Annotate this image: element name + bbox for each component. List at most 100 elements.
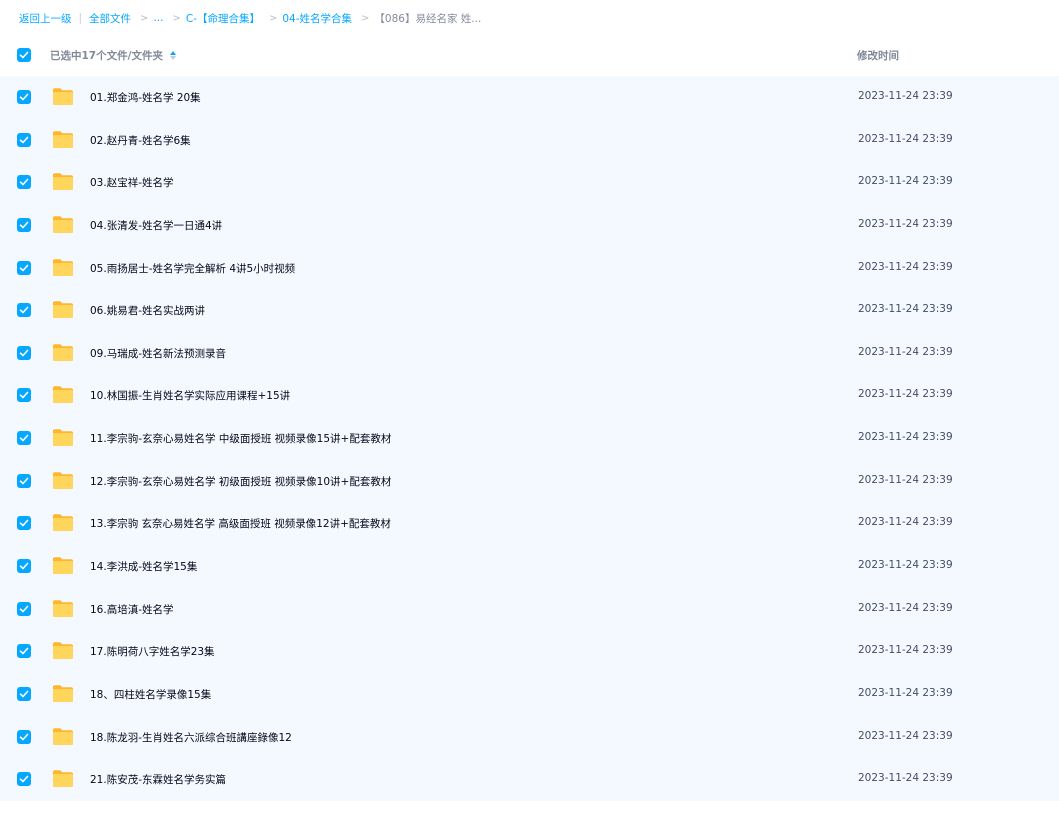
checkmark-icon	[19, 477, 29, 485]
file-row[interactable]: 14.李洪成-姓名学15集 2023-11-24 23:39	[0, 545, 1059, 588]
file-name[interactable]: 18.陈龙羽-生肖姓名六派综合班講座錄像12	[90, 730, 292, 745]
folder-icon	[53, 599, 73, 617]
file-row[interactable]: 04.张清发-姓名学一日通4讲 2023-11-24 23:39	[0, 204, 1059, 247]
row-checkbox[interactable]	[17, 175, 31, 190]
row-checkbox[interactable]	[17, 431, 31, 446]
file-modified-time: 2023-11-24 23:39	[858, 559, 953, 572]
select-all-checkbox[interactable]	[17, 48, 31, 62]
file-modified-time: 2023-11-24 23:39	[858, 601, 953, 614]
file-modified-time: 2023-11-24 23:39	[858, 431, 953, 444]
folder-icon	[53, 130, 73, 148]
row-checkbox[interactable]	[17, 516, 31, 531]
row-checkbox[interactable]	[17, 601, 31, 616]
checkmark-icon	[19, 775, 29, 783]
file-modified-time: 2023-11-24 23:39	[858, 217, 953, 230]
file-name[interactable]: 09.马瑞成-姓名新法预测录音	[90, 346, 226, 361]
folder-icon	[53, 514, 73, 532]
file-row[interactable]: 03.赵宝祥-姓名学 2023-11-24 23:39	[0, 161, 1059, 204]
file-name[interactable]: 14.李洪成-姓名学15集	[90, 559, 197, 574]
modified-time-header[interactable]: 修改时间	[857, 48, 899, 63]
file-row[interactable]: 06.姚易君-姓名实战两讲 2023-11-24 23:39	[0, 289, 1059, 332]
folder-icon	[53, 685, 73, 702]
row-checkbox[interactable]	[17, 772, 31, 787]
file-name[interactable]: 17.陈明荷八字姓名学23集	[90, 644, 215, 659]
row-checkbox[interactable]	[17, 260, 31, 275]
file-name[interactable]: 03.赵宝祥-姓名学	[90, 175, 174, 190]
file-name[interactable]: 12.李宗驹-玄奈心易姓名学 初级面授班 视频录像10讲+配套教材	[90, 474, 391, 489]
file-row[interactable]: 18、四柱姓名学录像15集 2023-11-24 23:39	[0, 673, 1059, 716]
folder-icon	[53, 557, 73, 575]
file-row[interactable]: 13.李宗驹 玄奈心易姓名学 高级面授班 视频录像12讲+配套教材 2023-1…	[0, 502, 1059, 545]
breadcrumb-divider: |	[78, 12, 83, 24]
file-name[interactable]: 05.雨扬居士-姓名学完全解析 4讲5小时视频	[90, 261, 295, 276]
file-row[interactable]: 21.陈安茂-东霖姓名学务实篇 2023-11-24 23:39	[0, 758, 1059, 801]
back-link[interactable]: 返回上一级	[19, 11, 72, 26]
file-modified-time: 2023-11-24 23:39	[858, 90, 953, 102]
checkmark-icon	[19, 136, 29, 143]
file-row[interactable]: 09.马瑞成-姓名新法预测录音 2023-11-24 23:39	[0, 332, 1059, 375]
checkmark-icon	[19, 520, 29, 527]
file-name[interactable]: 01.郑金鸿-姓名学 20集	[90, 90, 201, 105]
checkmark-icon	[19, 349, 29, 357]
row-checkbox[interactable]	[17, 729, 31, 744]
breadcrumb-level2[interactable]: 04-姓名学合集	[282, 11, 352, 26]
file-modified-time: 2023-11-24 23:39	[858, 175, 953, 188]
file-name[interactable]: 02.赵丹青-姓名学6集	[90, 133, 191, 148]
row-checkbox[interactable]	[17, 388, 31, 403]
folder-icon	[53, 216, 73, 233]
row-checkbox[interactable]	[17, 644, 31, 659]
file-name[interactable]: 18、四柱姓名学录像15集	[90, 687, 211, 702]
file-modified-time: 2023-11-24 23:39	[858, 516, 953, 529]
sort-icon[interactable]	[169, 51, 176, 60]
file-row[interactable]: 16.高培滇-姓名学 2023-11-24 23:39	[0, 588, 1059, 631]
row-checkbox[interactable]	[17, 132, 31, 147]
folder-icon	[53, 642, 73, 660]
row-checkbox[interactable]	[17, 559, 31, 574]
file-name[interactable]: 13.李宗驹 玄奈心易姓名学 高级面授班 视频录像12讲+配套教材	[90, 516, 391, 531]
chevron-right-icon: >	[140, 12, 149, 24]
file-row[interactable]: 11.李宗驹-玄奈心易姓名学 中级面授班 视频录像15讲+配套教材 2023-1…	[0, 417, 1059, 460]
file-name[interactable]: 16.高培滇-姓名学	[90, 602, 174, 617]
folder-icon	[53, 386, 73, 404]
row-checkbox[interactable]	[17, 686, 31, 701]
checkmark-icon	[19, 178, 29, 186]
checkmark-icon	[19, 93, 29, 101]
file-row[interactable]: 12.李宗驹-玄奈心易姓名学 初级面授班 视频录像10讲+配套教材 2023-1…	[0, 460, 1059, 503]
file-name[interactable]: 11.李宗驹-玄奈心易姓名学 中级面授班 视频录像15讲+配套教材	[90, 431, 391, 446]
chevron-right-icon: >	[268, 12, 278, 24]
row-checkbox[interactable]	[17, 303, 31, 318]
file-modified-time: 2023-11-24 23:39	[858, 686, 953, 699]
checkmark-icon	[19, 605, 29, 612]
checkmark-icon	[19, 690, 29, 698]
row-checkbox[interactable]	[17, 473, 31, 488]
file-row[interactable]: 01.郑金鸿-姓名学 20集 2023-11-24 23:39	[0, 76, 1059, 119]
row-checkbox[interactable]	[17, 90, 31, 104]
breadcrumb: 返回上一级 | 全部文件 > ... > C-【命理合集】 > 04-姓名学合集…	[19, 10, 481, 26]
file-list: 01.郑金鸿-姓名学 20集 2023-11-24 23:39 02.赵丹青-姓…	[0, 76, 1059, 801]
file-row[interactable]: 05.雨扬居士-姓名学完全解析 4讲5小时视频 2023-11-24 23:39	[0, 247, 1059, 290]
checkmark-icon	[19, 648, 29, 655]
file-name[interactable]: 10.林国振-生肖姓名学实际应用课程+15讲	[90, 388, 290, 403]
checkmark-icon	[19, 51, 29, 59]
file-name[interactable]: 06.姚易君-姓名实战两讲	[90, 303, 205, 318]
file-name[interactable]: 04.张清发-姓名学一日通4讲	[90, 218, 222, 233]
file-modified-time: 2023-11-24 23:39	[858, 473, 953, 486]
chevron-right-icon: >	[172, 12, 181, 24]
file-modified-time: 2023-11-24 23:39	[858, 644, 953, 657]
folder-icon	[53, 88, 73, 105]
breadcrumb-level1[interactable]: C-【命理合集】	[186, 11, 260, 26]
folder-icon	[53, 770, 73, 788]
selection-count-label[interactable]: 已选中17个文件/文件夹	[50, 48, 176, 63]
file-row[interactable]: 17.陈明荷八字姓名学23集 2023-11-24 23:39	[0, 630, 1059, 673]
breadcrumb-ellipsis[interactable]: ...	[153, 12, 163, 24]
file-modified-time: 2023-11-24 23:39	[858, 260, 953, 273]
row-checkbox[interactable]	[17, 345, 31, 360]
file-name[interactable]: 21.陈安茂-东霖姓名学务实篇	[90, 772, 226, 787]
file-row[interactable]: 10.林国振-生肖姓名学实际应用课程+15讲 2023-11-24 23:39	[0, 374, 1059, 417]
checkmark-icon	[19, 392, 29, 399]
file-modified-time: 2023-11-24 23:39	[858, 772, 953, 785]
breadcrumb-all-files[interactable]: 全部文件	[89, 11, 131, 26]
file-row[interactable]: 02.赵丹青-姓名学6集 2023-11-24 23:39	[0, 119, 1059, 162]
file-row[interactable]: 18.陈龙羽-生肖姓名六派综合班講座錄像12 2023-11-24 23:39	[0, 716, 1059, 759]
row-checkbox[interactable]	[17, 217, 31, 232]
